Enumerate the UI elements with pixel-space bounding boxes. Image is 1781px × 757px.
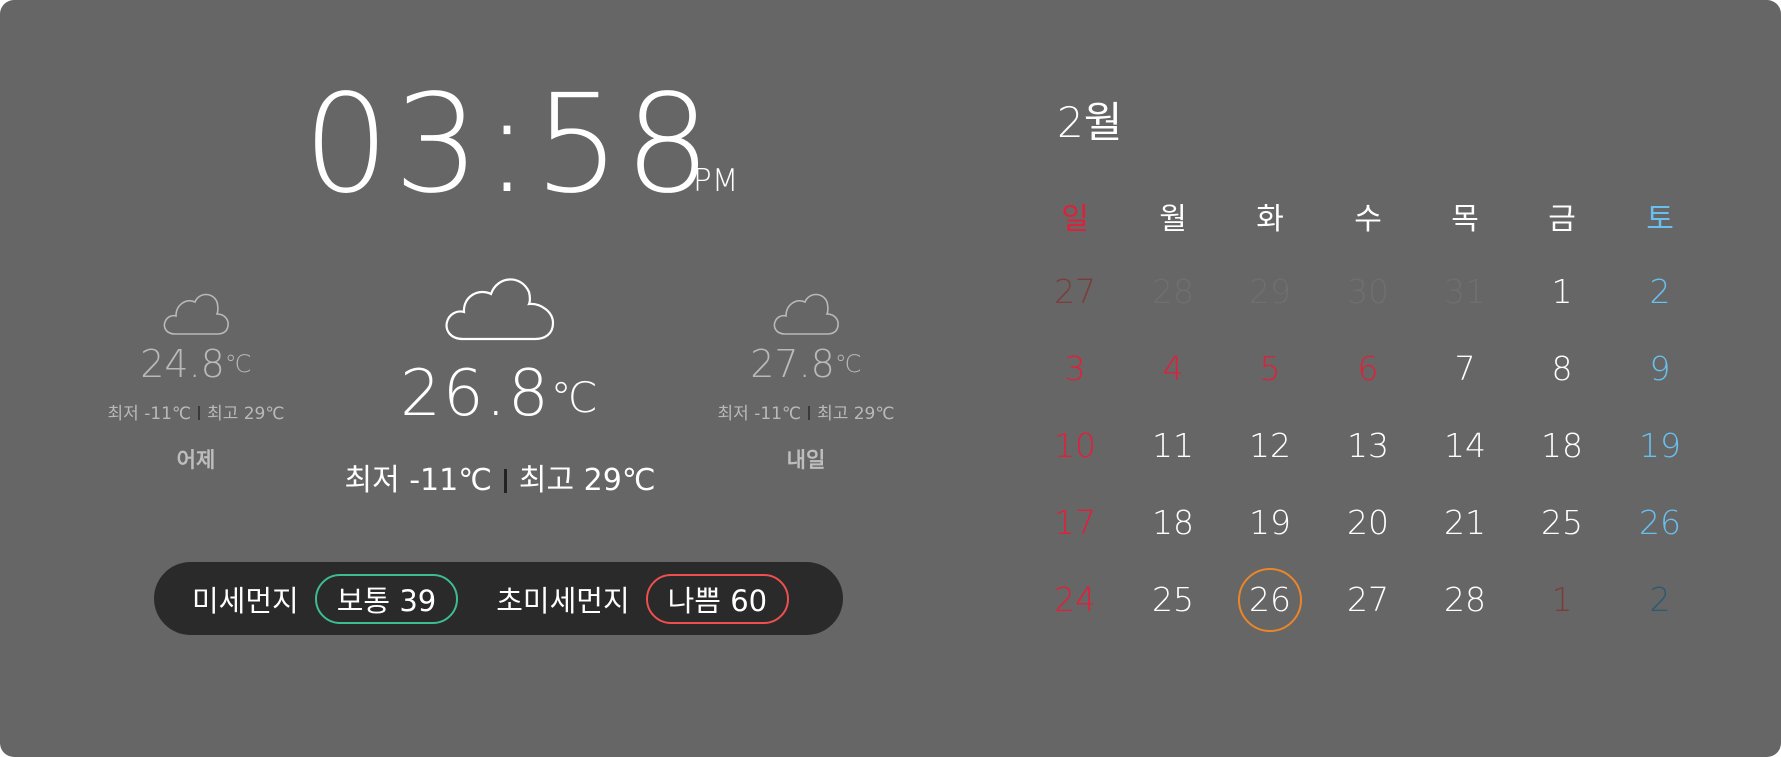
clock: 03:58 PM (0, 66, 1000, 224)
calendar-day[interactable]: 1 (1517, 575, 1607, 625)
calendar-day[interactable]: 19 (1615, 421, 1705, 471)
calendar-day[interactable]: 29 (1225, 267, 1315, 317)
calendar-day[interactable]: 7 (1420, 344, 1510, 394)
calendar-day[interactable]: 3 (1030, 344, 1120, 394)
today-temp: 26.8℃ (400, 357, 600, 431)
calendar-day[interactable]: 19 (1225, 498, 1315, 548)
calendar-day[interactable]: 24 (1030, 575, 1120, 625)
pm25-label: 초미세먼지 (496, 583, 630, 618)
calendar-day[interactable]: 26 (1615, 498, 1705, 548)
calendar-day[interactable]: 12 (1225, 421, 1315, 471)
calendar-week: 17 18 19 20 21 25 26 (1030, 498, 1730, 548)
calendar-day[interactable]: 13 (1323, 421, 1413, 471)
calendar-day[interactable]: 2 (1615, 575, 1705, 625)
calendar-day-today[interactable]: 26 (1225, 575, 1315, 625)
calendar-day[interactable]: 2 (1615, 267, 1705, 317)
calendar-day[interactable]: 28 (1128, 267, 1218, 317)
calendar-day[interactable]: 11 (1128, 421, 1218, 471)
weekday-sat: 토 (1646, 202, 1674, 237)
calendar-day[interactable]: 4 (1128, 344, 1218, 394)
calendar-day[interactable]: 27 (1030, 267, 1120, 317)
clock-ampm: PM (693, 163, 739, 199)
calendar-week: 3 4 5 6 7 8 9 (1030, 344, 1730, 394)
calendar-day[interactable]: 25 (1128, 575, 1218, 625)
yesterday-label: 어제 (176, 448, 216, 472)
calendar-day[interactable]: 30 (1323, 267, 1413, 317)
calendar-day[interactable]: 14 (1420, 421, 1510, 471)
calendar-day[interactable]: 31 (1420, 267, 1510, 317)
calendar-day[interactable]: 18 (1517, 421, 1607, 471)
calendar-day[interactable]: 21 (1420, 498, 1510, 548)
calendar-week: 24 25 26 27 28 1 2 (1030, 568, 1730, 632)
cloud-icon (773, 293, 839, 335)
weather-yesterday: 24.8℃ 최저 -11℃ 최고 29℃ 어제 (86, 290, 306, 474)
air-quality-bar: 미세먼지 보통 39 초미세먼지 나쁨 60 (154, 562, 843, 635)
calendar-day[interactable]: 6 (1323, 344, 1413, 394)
weekday-tue: 화 (1256, 202, 1284, 237)
calendar-day[interactable]: 18 (1128, 498, 1218, 548)
calendar-day[interactable]: 25 (1517, 498, 1607, 548)
pm10-badge: 보통 39 (314, 573, 459, 624)
calendar-day[interactable]: 17 (1030, 498, 1120, 548)
cloud-icon (163, 293, 229, 335)
widget-panel: 03:58 PM 24.8℃ 최저 -11℃ 최고 29℃ 어제 26.8℃ 최저… (0, 0, 1781, 757)
calendar-day[interactable]: 1 (1517, 267, 1607, 317)
calendar-day[interactable]: 5 (1225, 344, 1315, 394)
yesterday-temp: 24.8℃ (140, 342, 252, 386)
calendar-week: 10 11 12 13 14 18 19 (1030, 421, 1730, 471)
tomorrow-minmax: 최저 -11℃ 최고 29℃ (717, 404, 895, 424)
weekday-wed: 수 (1354, 202, 1382, 237)
tomorrow-temp: 27.8℃ (750, 342, 862, 386)
weekday-sun: 일 (1061, 202, 1089, 237)
pm25-badge: 나쁨 60 (645, 573, 790, 624)
calendar-day[interactable]: 8 (1517, 344, 1607, 394)
weekday-header: 일 월 화 수 목 금 토 (1030, 195, 1730, 245)
calendar-month: 2월 (1057, 98, 1123, 147)
weekday-mon: 월 (1159, 202, 1187, 237)
calendar-day[interactable]: 9 (1615, 344, 1705, 394)
clock-time: 03:58 (303, 66, 715, 224)
pm10-label: 미세먼지 (192, 583, 299, 618)
weather-tomorrow: 27.8℃ 최저 -11℃ 최고 29℃ 내일 (696, 290, 916, 474)
calendar-day[interactable]: 27 (1323, 575, 1413, 625)
calendar-day[interactable]: 28 (1420, 575, 1510, 625)
yesterday-minmax: 최저 -11℃ 최고 29℃ (107, 404, 285, 424)
calendar-week: 27 28 29 30 31 1 2 (1030, 267, 1730, 317)
today-minmax: 최저 -11℃ 최고 29℃ (344, 463, 656, 498)
tomorrow-label: 내일 (786, 448, 826, 472)
cloud-icon (445, 278, 555, 341)
weather-today: 26.8℃ 최저 -11℃ 최고 29℃ (330, 268, 670, 498)
calendar-day[interactable]: 20 (1323, 498, 1413, 548)
weekday-thu: 목 (1451, 202, 1479, 237)
weekday-fri: 금 (1548, 202, 1576, 237)
calendar-day[interactable]: 10 (1030, 421, 1120, 471)
